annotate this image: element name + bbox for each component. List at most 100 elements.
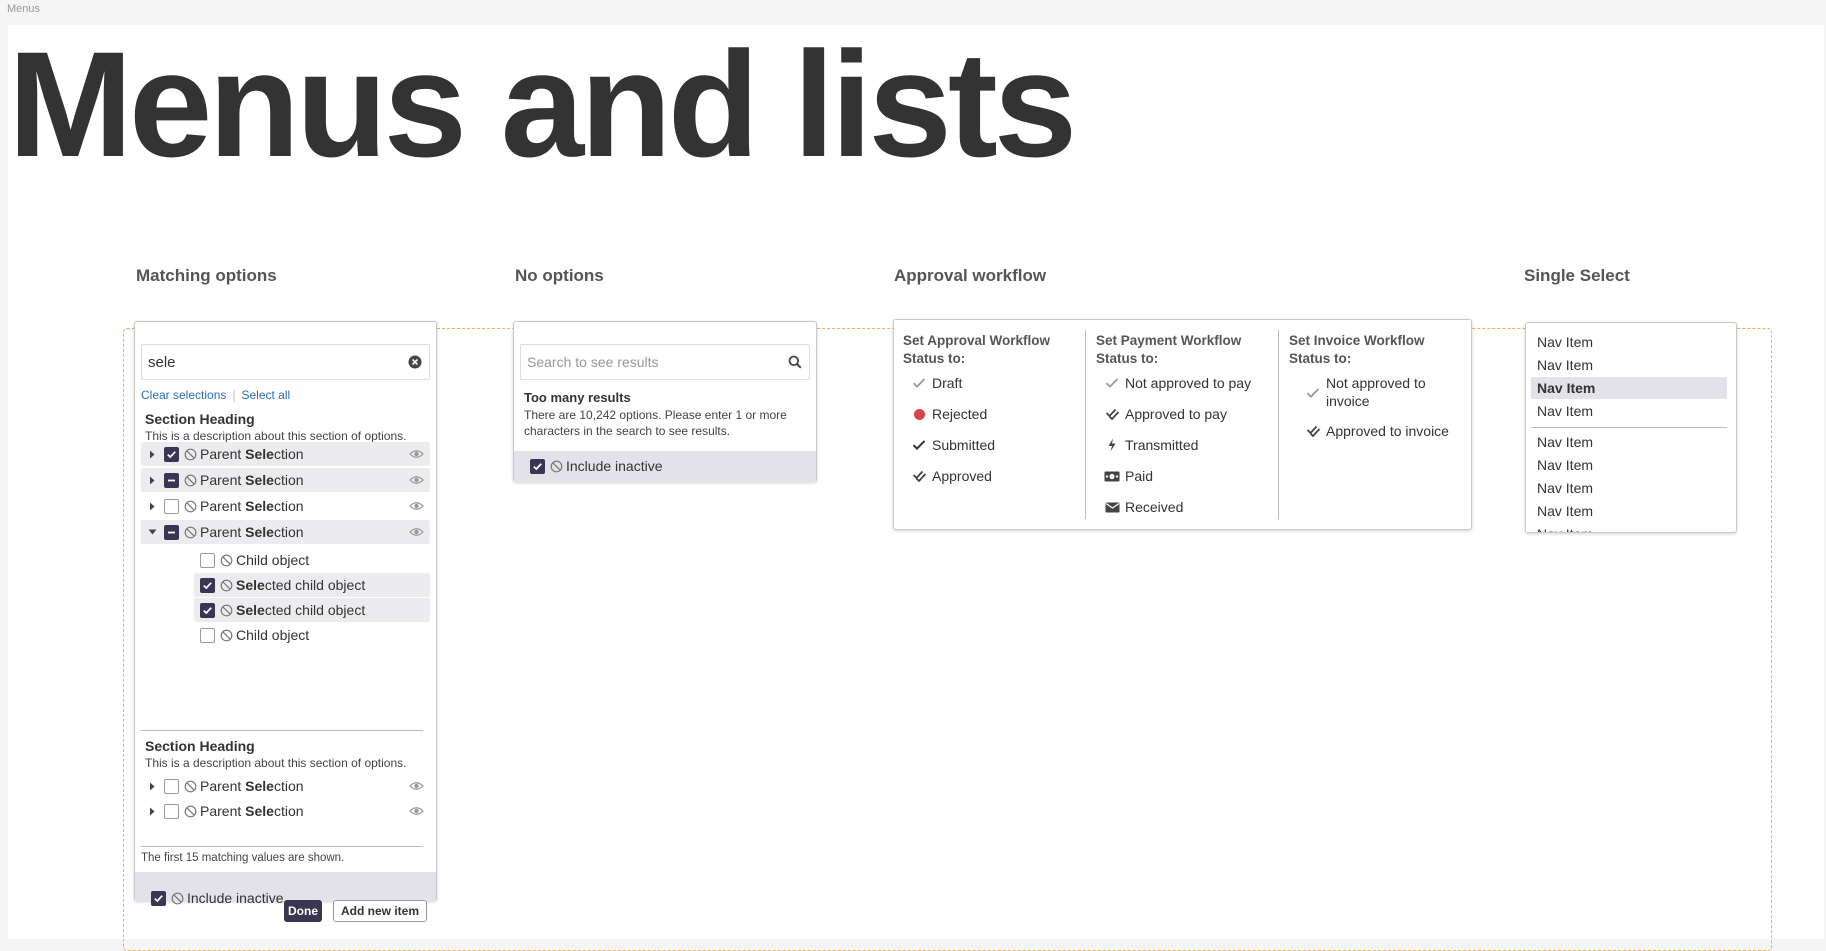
parent-option-row[interactable]: Parent Selection <box>141 520 430 544</box>
select-all-link[interactable]: Select all <box>242 388 291 402</box>
clear-search-icon[interactable] <box>407 354 423 370</box>
parent-option-row[interactable]: Parent Selection <box>141 799 430 823</box>
option-label-suffix: Child object <box>236 552 310 568</box>
workflow-item[interactable]: Paid <box>1104 467 1153 485</box>
nav-item[interactable]: Nav Item <box>1531 500 1727 522</box>
option-checkbox[interactable] <box>164 803 179 819</box>
eye-icon[interactable] <box>409 527 424 537</box>
workflow-item-label: Approved <box>932 468 992 484</box>
option-label-match: Sele <box>245 524 274 540</box>
eye-icon[interactable] <box>409 449 424 459</box>
nav-item[interactable]: Nav Item <box>1531 477 1727 499</box>
search-input[interactable]: Search to see results <box>520 344 810 380</box>
workflow-item-approved-to-invoice[interactable]: Approved to invoice <box>1305 422 1449 440</box>
option-label-suffix: cted child object <box>264 602 366 618</box>
nav-item[interactable]: Nav Item <box>1531 400 1727 422</box>
eye-icon[interactable] <box>409 501 424 511</box>
inactive-icon <box>220 579 233 592</box>
check-light-icon <box>911 374 927 392</box>
option-checkbox[interactable] <box>200 577 215 593</box>
option-label: Parent Selection <box>200 498 304 514</box>
option-label-suffix: ction <box>273 446 304 462</box>
workflow-item[interactable]: Received <box>1104 498 1183 516</box>
section-description: This is a description about this section… <box>145 429 407 443</box>
frame-label: Menus <box>7 3 41 15</box>
include-inactive-option[interactable]: Include inactive <box>530 454 663 478</box>
section-divider <box>141 730 423 731</box>
workflow-item[interactable]: Transmitted <box>1104 436 1198 454</box>
nav-item[interactable]: Nav Item <box>1531 523 1727 532</box>
option-checkbox-indeterminate[interactable] <box>164 524 179 540</box>
clear-selections-link[interactable]: Clear selections <box>141 388 226 402</box>
search-icon[interactable] <box>787 354 803 370</box>
workflow-item-label: Approved to invoice <box>1326 423 1449 439</box>
workflow-item-label: invoice <box>1326 393 1370 409</box>
caret-down-icon[interactable] <box>145 528 159 536</box>
option-label-match: Sele <box>236 577 265 593</box>
search-input[interactable]: sele <box>141 344 430 380</box>
option-label-match: Sele <box>245 472 274 488</box>
include-inactive-option[interactable]: Include inactive <box>151 886 284 910</box>
nav-item[interactable]: Nav Item <box>1531 454 1727 476</box>
caret-right-icon[interactable] <box>145 476 159 485</box>
include-inactive-checkbox[interactable] <box>151 890 166 906</box>
caret-right-icon[interactable] <box>145 807 159 816</box>
workflow-item[interactable]: Approved to pay <box>1104 405 1227 423</box>
workflow-item[interactable]: Draft <box>911 374 962 392</box>
parent-option-row[interactable]: Parent Selection <box>141 442 430 466</box>
canvas: Menus and lists Matching options No opti… <box>8 25 1824 951</box>
caret-right-icon[interactable] <box>145 782 159 791</box>
list-divider <box>1531 427 1727 428</box>
add-new-item-button[interactable]: Add new item <box>333 900 427 922</box>
option-checkbox[interactable] <box>164 446 179 462</box>
nav-item[interactable]: Nav Item <box>1531 331 1727 353</box>
done-button[interactable]: Done <box>284 900 322 922</box>
workflow-item-not-approved-to-invoice[interactable]: Not approved to invoice <box>1305 374 1426 410</box>
column-title-approval: Approval workflow <box>894 266 1047 285</box>
eye-icon[interactable] <box>409 475 424 485</box>
bolt-icon <box>1104 436 1120 454</box>
inactive-icon <box>220 604 233 617</box>
option-label: Parent Selection <box>200 803 304 819</box>
workflow-item[interactable]: Approved <box>911 467 992 485</box>
option-label-suffix: ction <box>273 498 304 514</box>
parent-option-row[interactable]: Parent Selection <box>141 494 430 518</box>
option-checkbox-indeterminate[interactable] <box>164 472 179 488</box>
search-value[interactable]: sele <box>148 354 407 371</box>
option-checkbox[interactable] <box>164 498 179 514</box>
eye-icon[interactable] <box>409 781 424 791</box>
include-inactive-checkbox[interactable] <box>530 458 545 474</box>
option-label-prefix: Parent <box>200 803 246 819</box>
option-label: Parent Selection <box>200 446 304 462</box>
inactive-icon <box>220 629 233 642</box>
option-label: Parent Selection <box>200 472 304 488</box>
parent-option-row[interactable]: Parent Selection <box>141 468 430 492</box>
option-label-suffix: cted child object <box>264 577 366 593</box>
inactive-icon <box>550 460 563 473</box>
option-checkbox[interactable] <box>200 627 215 643</box>
parent-option-row[interactable]: Parent Selection <box>141 774 430 798</box>
nav-item[interactable]: Nav Item <box>1531 354 1727 376</box>
option-checkbox[interactable] <box>164 778 179 794</box>
section-heading: Section Heading <box>145 738 255 754</box>
column-separator <box>1278 330 1279 519</box>
option-label-prefix: Parent <box>200 498 246 514</box>
option-checkbox[interactable] <box>200 602 215 618</box>
child-option-row[interactable]: Selected child object <box>194 598 430 622</box>
caret-right-icon[interactable] <box>145 450 159 459</box>
inactive-icon <box>220 554 233 567</box>
caret-right-icon[interactable] <box>145 502 159 511</box>
child-option-row[interactable]: Child object <box>194 548 430 572</box>
option-checkbox[interactable] <box>200 552 215 568</box>
workflow-item-label: Submitted <box>932 437 996 453</box>
search-placeholder[interactable]: Search to see results <box>527 354 787 370</box>
eye-icon[interactable] <box>409 806 424 816</box>
workflow-item[interactable]: Not approved to pay <box>1104 374 1251 392</box>
workflow-item[interactable]: Submitted <box>911 436 995 454</box>
nav-item[interactable]: Nav Item <box>1531 431 1727 453</box>
column-title-single-select: Single Select <box>1524 266 1630 285</box>
child-option-row[interactable]: Selected child object <box>194 573 430 597</box>
workflow-item[interactable]: Rejected <box>911 405 987 423</box>
child-option-row[interactable]: Child object <box>194 623 430 647</box>
nav-item[interactable]: Nav Item <box>1531 377 1727 399</box>
